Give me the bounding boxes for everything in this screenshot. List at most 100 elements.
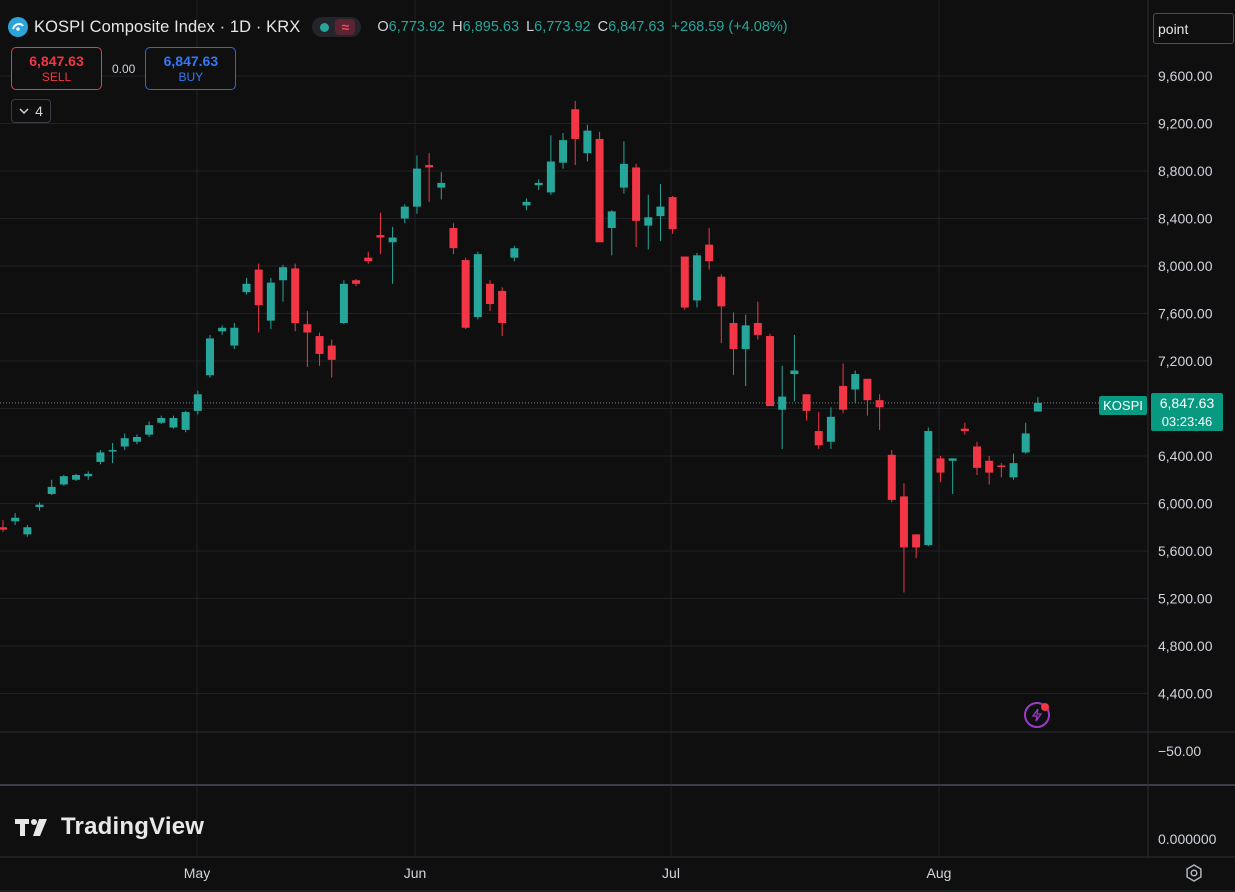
ohlc-values: O6,773.92 H6,895.63 L6,773.92 C6,847.63 … [377,19,787,35]
candle [619,141,628,194]
candle-body [887,454,896,500]
candle [449,223,458,255]
candle [266,277,275,329]
tradingview-logo[interactable]: TradingView [14,813,204,841]
candle-body [120,438,129,447]
candle [936,456,945,483]
candle [352,279,361,287]
candle-body [449,228,458,249]
candle-body [948,458,957,461]
candle-body [583,130,592,154]
sell-label: SELL [41,69,72,84]
kospi-symbol-icon [8,17,28,37]
candle [132,434,141,445]
candle [72,473,81,481]
candle-body [729,323,738,350]
candle-body [741,325,750,350]
candle-body [461,260,470,328]
candle [425,153,434,202]
candle [656,184,665,242]
candle [778,365,787,449]
candle [23,524,32,537]
last-price-value: 6,847.63 [1159,395,1215,411]
candle-body [266,282,275,321]
price-tick-label: 8,800.00 [1158,163,1213,179]
data-delay-icon: ≈ [335,19,356,35]
candle-body [157,418,166,423]
ohlc-low-label: L [526,19,535,35]
sell-button[interactable]: 6,847.63 SELL [11,47,102,90]
time-tick-label: Jun [404,865,427,881]
candle [120,433,129,451]
market-status[interactable]: ≈ [312,17,362,37]
candle-body [59,476,68,485]
candle [388,226,397,284]
candlestick-series [0,100,1042,593]
candle-body [668,197,677,230]
candle-body [717,276,726,307]
candle [948,458,957,494]
candle-body [364,257,373,262]
ohlc-close-label: C [597,19,609,35]
candle [412,155,421,214]
candle [546,135,555,195]
candle-body [193,394,202,411]
candle [193,390,202,415]
candle [717,274,726,344]
candle-body [473,254,482,318]
indicators-toggle[interactable]: 4 [11,99,51,123]
candle-body [778,396,787,410]
candle-body [1021,433,1030,453]
candle-body [303,324,312,333]
indicators-count: 4 [35,103,43,119]
price-tick-label: 6,400.00 [1158,448,1213,464]
price-tick-label: 4,800.00 [1158,638,1213,654]
candle [534,179,543,190]
candle-body [230,327,239,346]
scale-mode-input[interactable]: point [1153,13,1234,44]
candle-body [291,268,300,323]
candle [863,378,872,416]
candle-body [0,527,7,530]
candle [851,370,860,403]
candle-body [985,460,994,473]
time-tick-label: Jul [662,865,680,881]
candle [205,334,214,378]
candle-body [108,450,117,452]
candle-body [498,290,507,323]
candle-body [997,465,1006,467]
time-axis[interactable]: May Jun Jul Aug [184,865,952,881]
candle [157,415,166,424]
candle-body [899,496,908,548]
ohlc-low-value: 6,773.92 [534,19,591,35]
candle-body [559,140,568,163]
candle [1033,397,1042,412]
candle-body [376,235,385,238]
candle-body [790,370,799,375]
lightning-alert-icon[interactable] [1024,702,1050,728]
candle-body [839,385,848,410]
candle [242,277,251,295]
candle-body [400,206,409,219]
candle-body [412,168,421,207]
candle [522,198,531,211]
candle-body [47,486,56,494]
candle [327,339,336,378]
candle-body [826,416,835,442]
symbol-legend: KOSPI Composite Index · 1D · KRX ≈ O6,77… [8,14,788,40]
symbol-title[interactable]: KOSPI Composite Index · 1D · KRX [34,18,300,37]
candle [559,133,568,169]
gear-icon[interactable] [1184,863,1204,883]
bar-countdown: 03:23:46 [1161,414,1213,429]
candle-body [339,283,348,323]
candle [668,195,677,234]
candle [510,245,519,262]
candle-body [936,458,945,473]
price-axis[interactable]: 9,600.00 9,200.00 8,800.00 8,400.00 8,000.00… [1158,68,1217,847]
buy-button[interactable]: 6,847.63 BUY [145,47,237,90]
price-tick-label: 4,400.00 [1158,686,1213,702]
candle-body [705,244,714,262]
price-chart[interactable]: 9,600.00 9,200.00 8,800.00 8,400.00 8,000.00… [0,0,1235,892]
candle [59,475,68,486]
buy-label: BUY [178,69,204,84]
